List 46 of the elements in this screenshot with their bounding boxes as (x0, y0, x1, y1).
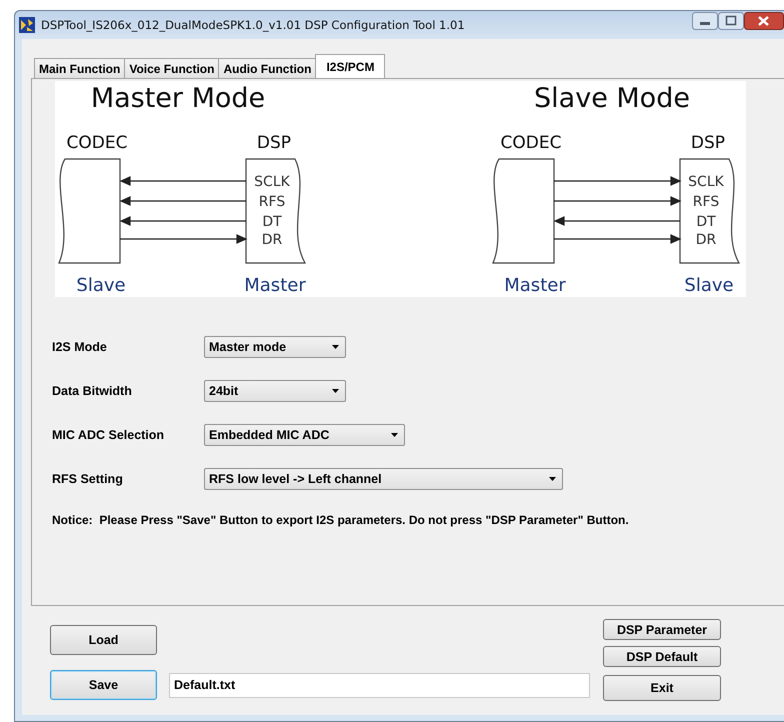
tab[interactable]: Main Function (34, 58, 126, 78)
load-button[interactable]: Load (50, 625, 157, 655)
mode-title: Slave Mode (534, 83, 690, 114)
codec-role: Slave (76, 275, 126, 296)
save-button[interactable]: Save (50, 670, 157, 700)
tab[interactable]: Voice Function (124, 58, 220, 78)
dropdown[interactable]: 24bit (204, 380, 346, 402)
maximize-icon[interactable] (718, 12, 744, 30)
dropdown[interactable]: Embedded MIC ADC (204, 424, 405, 446)
signal-label: DT (262, 214, 282, 230)
file-name-field[interactable]: Default.txt (169, 672, 590, 698)
dsp-default-button[interactable]: DSP Default (603, 646, 721, 667)
dropdown[interactable]: RFS low level -> Left channel (204, 468, 563, 490)
signal-label: SCLK (688, 174, 724, 190)
mode-title: Master Mode (90, 83, 266, 114)
signal-label: DR (696, 232, 716, 248)
signal-label: RFS (692, 194, 720, 210)
signal-label: DT (696, 214, 716, 230)
dsp-label: DSP (690, 133, 726, 153)
dsp-parameter-button[interactable]: DSP Parameter (603, 619, 721, 640)
codec-label: CODEC (66, 133, 128, 153)
field-label: Data Bitwidth (52, 384, 133, 398)
caret-icon (332, 389, 339, 393)
exit-button[interactable]: Exit (603, 675, 721, 701)
tab[interactable]: Audio Function (218, 58, 316, 78)
field-label: MIC ADC Selection (52, 428, 166, 442)
window-title: DSPTool_IS206x_012_DualModeSPK1.0_v1.01 DSP Configuration Tool 1.01 (41, 18, 465, 32)
caret-icon (332, 345, 339, 349)
notice-text: Notice: Please Press "Save" Button to export I2S parameters. Do not press "DSP Parameter" Button. (52, 513, 630, 528)
signal-label: RFS (258, 194, 286, 210)
close-icon[interactable] (744, 12, 784, 30)
field-label: I2S Mode (52, 340, 108, 354)
caret-icon (549, 477, 556, 481)
minimize-icon[interactable] (692, 12, 718, 30)
dsp-label: DSP (256, 133, 292, 153)
codec-label: CODEC (500, 133, 562, 153)
signal-label: DR (262, 232, 282, 248)
dsp-role: Slave (684, 275, 734, 296)
field-label: RFS Setting (52, 472, 124, 486)
dsp-role: Master (244, 275, 306, 296)
dropdown[interactable]: Master mode (204, 336, 346, 358)
signal-label: SCLK (254, 174, 290, 190)
tab[interactable]: I2S/PCM (315, 54, 386, 78)
app-icon (19, 17, 35, 33)
codec-role: Master (504, 275, 566, 296)
caret-icon (391, 433, 398, 437)
